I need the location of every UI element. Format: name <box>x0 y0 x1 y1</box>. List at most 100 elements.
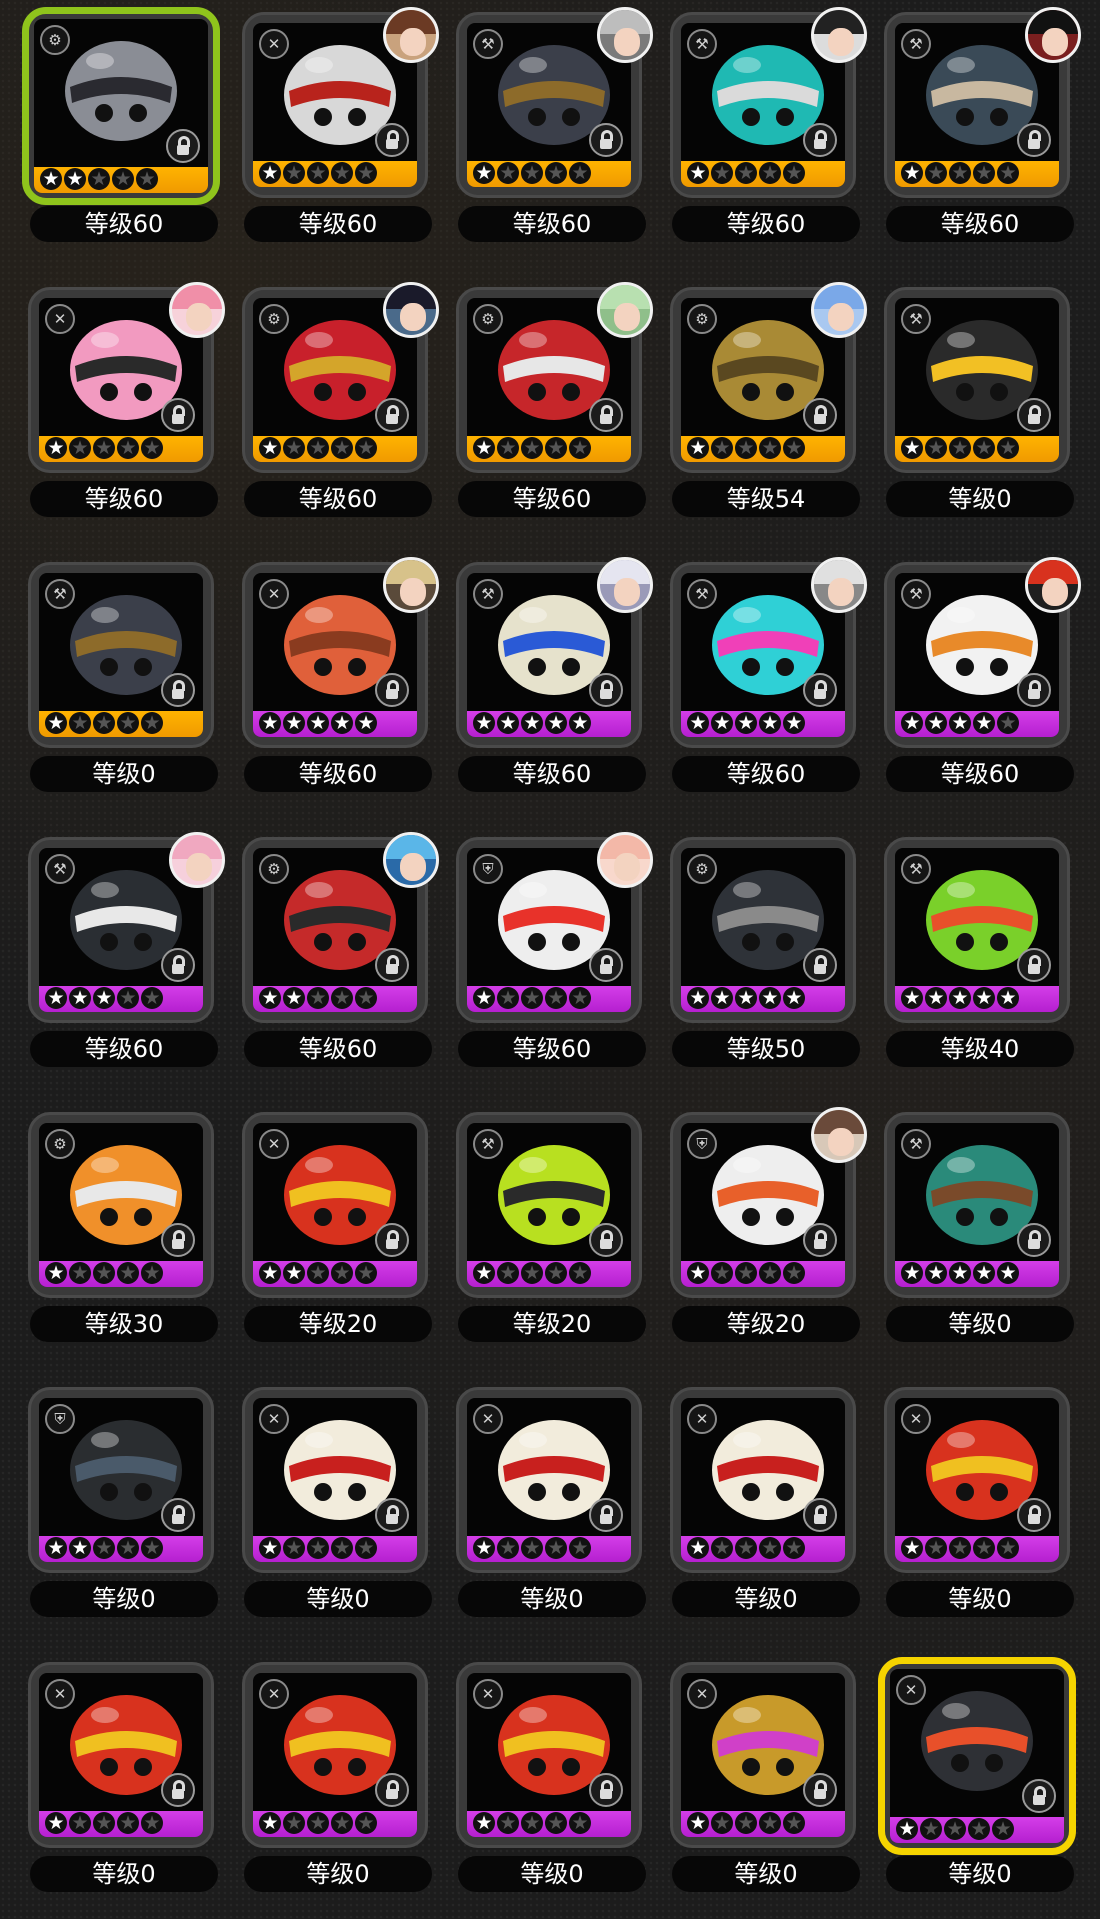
equipment-slot[interactable]: ✕ ★ ★ ★ ★ ★ 等级0 <box>214 1375 432 1617</box>
equipment-slot[interactable]: ⚙ ★ ★ ★ ★ ★ 等级30 <box>0 1100 218 1342</box>
equipment-card[interactable]: ⚒ ★ ★ ★ ★ ★ <box>884 557 1081 748</box>
equipment-card[interactable]: ⚒ ★ ★ ★ ★ ★ <box>28 832 225 1023</box>
equipment-slot[interactable]: ⚒ ★ ★ ★ ★ ★ 等级0 <box>856 275 1074 517</box>
equipment-card[interactable]: ✕ ★ ★ ★ ★ ★ <box>456 1662 642 1848</box>
lock-icon[interactable] <box>589 123 623 157</box>
lock-icon[interactable] <box>803 398 837 432</box>
lock-icon[interactable] <box>589 1498 623 1532</box>
equipment-slot[interactable]: ⚒ ★ ★ ★ ★ ★ 等级0 <box>0 550 218 792</box>
lock-icon[interactable] <box>803 1773 837 1807</box>
equipment-slot[interactable]: ✕ ★ ★ ★ ★ ★ 等级0 <box>428 1650 646 1892</box>
equipment-card[interactable]: ⚒ ★ ★ ★ ★ ★ <box>28 562 214 748</box>
equipment-slot[interactable]: ⚒ ★ ★ ★ ★ ★ 等级0 <box>856 1100 1074 1342</box>
lock-icon[interactable] <box>803 948 837 982</box>
equipment-slot[interactable]: ✕ ★ ★ ★ ★ ★ 等级60 <box>214 550 439 792</box>
equipment-card[interactable]: ✕ ★ ★ ★ ★ ★ <box>242 7 439 198</box>
equipment-card[interactable]: ⚒ ★ ★ ★ ★ ★ <box>884 1112 1070 1298</box>
equipment-slot[interactable]: ✕ ★ ★ ★ ★ ★ 等级60 <box>214 0 439 242</box>
lock-icon[interactable] <box>161 948 195 982</box>
equipment-card[interactable]: ⛨ ★ ★ ★ ★ ★ <box>670 1107 867 1298</box>
lock-icon[interactable] <box>1017 1223 1051 1257</box>
lock-icon[interactable] <box>375 1223 409 1257</box>
lock-icon[interactable] <box>1017 948 1051 982</box>
equipment-card[interactable]: ⚒ ★ ★ ★ ★ ★ <box>456 557 653 748</box>
equipment-card[interactable]: ⚙ ★ ★ ★ ★ ★ <box>28 1112 214 1298</box>
lock-icon[interactable] <box>803 673 837 707</box>
lock-icon[interactable] <box>161 673 195 707</box>
equipment-slot[interactable]: ✕ ★ ★ ★ ★ ★ 等级20 <box>214 1100 432 1342</box>
lock-icon[interactable] <box>1017 673 1051 707</box>
lock-icon[interactable] <box>161 1223 195 1257</box>
lock-icon[interactable] <box>375 1773 409 1807</box>
equipment-slot[interactable]: ⚙ ★ ★ ★ ★ ★ 等级50 <box>642 825 860 1067</box>
equipment-card[interactable]: ⚒ ★ ★ ★ ★ ★ <box>456 7 653 198</box>
equipment-card[interactable]: ✕ ★ ★ ★ ★ ★ <box>28 1662 214 1848</box>
lock-icon[interactable] <box>375 673 409 707</box>
lock-icon[interactable] <box>803 1223 837 1257</box>
equipment-slot[interactable]: ⚒ ★ ★ ★ ★ ★ 等级40 <box>856 825 1074 1067</box>
lock-icon[interactable] <box>375 123 409 157</box>
equipment-slot[interactable]: ⚙ ★ ★ ★ ★ ★ 等级60 <box>214 825 439 1067</box>
equipment-slot[interactable]: ⛨ ★ ★ ★ ★ ★ 等级20 <box>642 1100 867 1342</box>
lock-icon[interactable] <box>375 398 409 432</box>
lock-icon[interactable] <box>589 1223 623 1257</box>
lock-icon[interactable] <box>161 1773 195 1807</box>
equipment-slot[interactable]: ⚒ ★ ★ ★ ★ ★ 等级60 <box>428 550 653 792</box>
equipment-card[interactable]: ⛨ ★ ★ ★ ★ ★ <box>28 1387 214 1573</box>
equipment-slot[interactable]: ⛨ ★ ★ ★ ★ ★ 等级60 <box>428 825 653 1067</box>
lock-icon[interactable] <box>161 398 195 432</box>
equipment-slot[interactable]: ✕ ★ ★ ★ ★ ★ 等级0 <box>214 1650 432 1892</box>
equipment-card[interactable]: ⚒ ★ ★ ★ ★ ★ <box>884 7 1081 198</box>
equipment-slot[interactable]: ⚒ ★ ★ ★ ★ ★ 等级60 <box>856 0 1081 242</box>
equipment-card[interactable]: ⚙ ★ ★ ★ ★ ★ <box>22 7 220 205</box>
equipment-card[interactable]: ✕ ★ ★ ★ ★ ★ <box>28 282 225 473</box>
equipment-slot[interactable]: ✕ ★ ★ ★ ★ ★ 等级0 <box>642 1650 860 1892</box>
lock-icon[interactable] <box>803 123 837 157</box>
lock-icon[interactable] <box>161 1498 195 1532</box>
equipment-card[interactable]: ✕ ★ ★ ★ ★ ★ <box>878 1657 1076 1855</box>
equipment-slot[interactable]: ⚒ ★ ★ ★ ★ ★ 等级60 <box>0 825 225 1067</box>
equipment-card[interactable]: ⚙ ★ ★ ★ ★ ★ <box>242 832 439 1023</box>
equipment-slot[interactable]: ✕ ★ ★ ★ ★ ★ 等级0 <box>856 1650 1076 1892</box>
equipment-card[interactable]: ⚒ ★ ★ ★ ★ ★ <box>884 287 1070 473</box>
equipment-card[interactable]: ✕ ★ ★ ★ ★ ★ <box>242 557 439 748</box>
equipment-card[interactable]: ⚙ ★ ★ ★ ★ ★ <box>456 282 653 473</box>
lock-icon[interactable] <box>589 673 623 707</box>
lock-icon[interactable] <box>589 948 623 982</box>
equipment-slot[interactable]: ⚒ ★ ★ ★ ★ ★ 等级20 <box>428 1100 646 1342</box>
lock-icon[interactable] <box>589 398 623 432</box>
equipment-slot[interactable]: ⚙ ★ ★ ★ ★ ★ 等级60 <box>428 275 653 517</box>
equipment-card[interactable]: ⚙ ★ ★ ★ ★ ★ <box>670 282 867 473</box>
equipment-card[interactable]: ✕ ★ ★ ★ ★ ★ <box>670 1387 856 1573</box>
equipment-slot[interactable]: ⚙ ★ ★ ★ ★ ★ 等级60 <box>214 275 439 517</box>
equipment-slot[interactable]: ⚙ ★ ★ ★ ★ ★ 等级60 <box>0 0 220 242</box>
lock-icon[interactable] <box>166 129 200 163</box>
equipment-card[interactable]: ⚙ ★ ★ ★ ★ ★ <box>242 282 439 473</box>
equipment-slot[interactable]: ✕ ★ ★ ★ ★ ★ 等级0 <box>0 1650 218 1892</box>
equipment-slot[interactable]: ⛨ ★ ★ ★ ★ ★ 等级0 <box>0 1375 218 1617</box>
equipment-slot[interactable]: ✕ ★ ★ ★ ★ ★ 等级0 <box>642 1375 860 1617</box>
equipment-card[interactable]: ✕ ★ ★ ★ ★ ★ <box>242 1662 428 1848</box>
equipment-slot[interactable]: ✕ ★ ★ ★ ★ ★ 等级0 <box>856 1375 1074 1617</box>
equipment-slot[interactable]: ⚒ ★ ★ ★ ★ ★ 等级60 <box>642 0 867 242</box>
equipment-card[interactable]: ⚒ ★ ★ ★ ★ ★ <box>670 7 867 198</box>
equipment-slot[interactable]: ⚒ ★ ★ ★ ★ ★ 等级60 <box>428 0 653 242</box>
lock-icon[interactable] <box>1022 1779 1056 1813</box>
equipment-card[interactable]: ✕ ★ ★ ★ ★ ★ <box>670 1662 856 1848</box>
equipment-slot[interactable]: ⚒ ★ ★ ★ ★ ★ 等级60 <box>856 550 1081 792</box>
lock-icon[interactable] <box>1017 123 1051 157</box>
lock-icon[interactable] <box>375 948 409 982</box>
equipment-slot[interactable]: ✕ ★ ★ ★ ★ ★ 等级0 <box>428 1375 646 1617</box>
equipment-card[interactable]: ✕ ★ ★ ★ ★ ★ <box>456 1387 642 1573</box>
equipment-card[interactable]: ⚒ ★ ★ ★ ★ ★ <box>670 557 867 748</box>
equipment-card[interactable]: ⚙ ★ ★ ★ ★ ★ <box>670 837 856 1023</box>
equipment-card[interactable]: ✕ ★ ★ ★ ★ ★ <box>884 1387 1070 1573</box>
equipment-slot[interactable]: ✕ ★ ★ ★ ★ ★ 等级60 <box>0 275 225 517</box>
equipment-slot[interactable]: ⚙ ★ ★ ★ ★ ★ 等级54 <box>642 275 867 517</box>
lock-icon[interactable] <box>803 1498 837 1532</box>
equipment-card[interactable]: ⚒ ★ ★ ★ ★ ★ <box>456 1112 642 1298</box>
equipment-card[interactable]: ✕ ★ ★ ★ ★ ★ <box>242 1387 428 1573</box>
equipment-card[interactable]: ⛨ ★ ★ ★ ★ ★ <box>456 832 653 1023</box>
lock-icon[interactable] <box>1017 1498 1051 1532</box>
lock-icon[interactable] <box>1017 398 1051 432</box>
